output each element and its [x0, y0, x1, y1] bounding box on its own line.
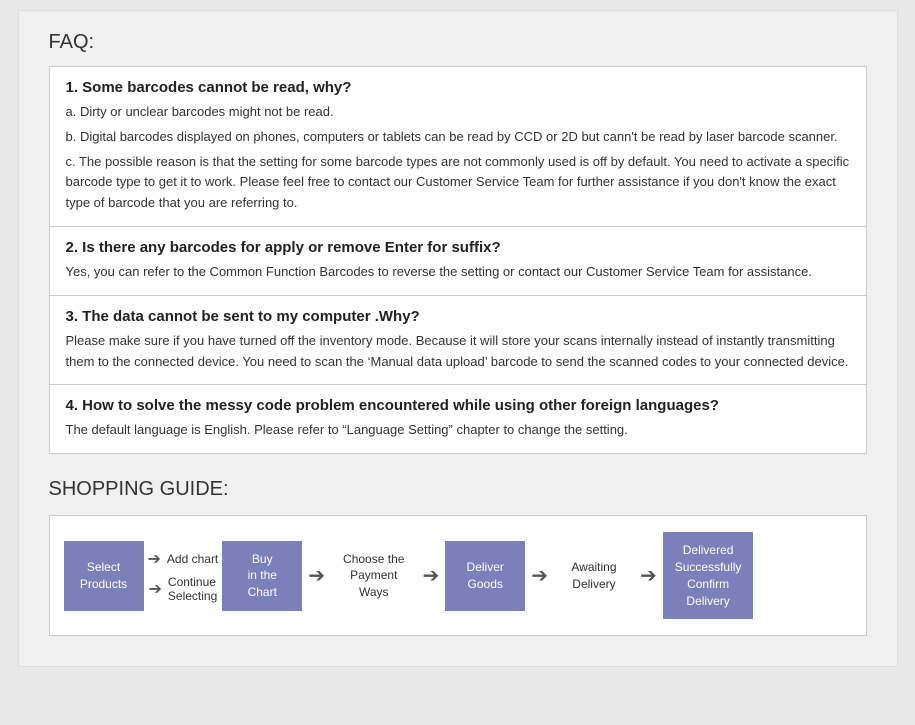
faq-answer-4: The default language is English. Please … [66, 420, 850, 441]
guide-step-deliver: DeliverGoods [445, 541, 525, 611]
step-box-awaiting: AwaitingDelivery [554, 541, 634, 611]
sub-step-continue-selecting: ➔ ContinueSelecting [149, 575, 218, 603]
sub-step-add-chart: ➔ Add chart [148, 549, 219, 569]
guide-step-buy-chart: Buyin theChart [222, 541, 302, 611]
arrow-right-icon: ➔ [148, 549, 161, 569]
step-box-select-products: SelectProducts [64, 541, 144, 611]
guide-step-select-products: SelectProducts [64, 541, 144, 611]
faq-item-2: 2. Is there any barcodes for apply or re… [50, 227, 866, 296]
faq-question-4: 4. How to solve the messy code problem e… [66, 397, 850, 414]
faq-question-3: 3. The data cannot be sent to my compute… [66, 308, 850, 325]
arrow-icon-4: ➔ [422, 563, 439, 588]
faq-item-1: 1. Some barcodes cannot be read, why? a.… [50, 67, 866, 227]
faq-answer-3a: Please make sure if you have turned off … [66, 331, 850, 373]
guide-step-payment: Choose thePaymentWays [331, 541, 416, 611]
faq-answer-4a: The default language is English. Please … [66, 420, 850, 441]
faq-answer-3: Please make sure if you have turned off … [66, 331, 850, 373]
faq-title: FAQ: [49, 31, 867, 54]
step-box-deliver: DeliverGoods [445, 541, 525, 611]
faq-answer-1b: b. Digital barcodes displayed on phones,… [66, 127, 850, 148]
faq-answer-2: Yes, you can refer to the Common Functio… [66, 262, 850, 283]
arrow-icon-5: ➔ [531, 563, 548, 588]
main-container: FAQ: 1. Some barcodes cannot be read, wh… [18, 10, 898, 667]
faq-answer-1: a. Dirty or unclear barcodes might not b… [66, 102, 850, 214]
step-box-delivered: DeliveredSuccessfullyConfirmDelivery [663, 532, 754, 619]
sub-step-add-chart-label: Add chart [167, 552, 218, 566]
guide-step-delivered: DeliveredSuccessfullyConfirmDelivery [663, 532, 754, 619]
sub-step-continue-label: ContinueSelecting [168, 575, 217, 603]
shopping-guide-title: SHOPPING GUIDE: [49, 478, 867, 501]
guide-step-awaiting: AwaitingDelivery [554, 541, 634, 611]
arrow-icon-6: ➔ [640, 563, 657, 588]
shopping-guide-flow: SelectProducts ➔ Add chart ➔ ContinueSel… [49, 515, 867, 636]
arrow-right-icon-2: ➔ [149, 579, 162, 599]
arrow-icon-3: ➔ [308, 563, 325, 588]
faq-question-1: 1. Some barcodes cannot be read, why? [66, 79, 850, 96]
faq-item-3: 3. The data cannot be sent to my compute… [50, 296, 866, 386]
faq-item-4: 4. How to solve the messy code problem e… [50, 385, 866, 453]
faq-section: 1. Some barcodes cannot be read, why? a.… [49, 66, 867, 454]
step-box-payment: Choose thePaymentWays [331, 541, 416, 611]
arrow-sub-steps: ➔ Add chart ➔ ContinueSelecting [148, 549, 219, 603]
faq-answer-2a: Yes, you can refer to the Common Functio… [66, 262, 850, 283]
faq-answer-1c: c. The possible reason is that the setti… [66, 152, 850, 214]
faq-question-2: 2. Is there any barcodes for apply or re… [66, 239, 850, 256]
faq-answer-1a: a. Dirty or unclear barcodes might not b… [66, 102, 850, 123]
step-box-buy-chart: Buyin theChart [222, 541, 302, 611]
